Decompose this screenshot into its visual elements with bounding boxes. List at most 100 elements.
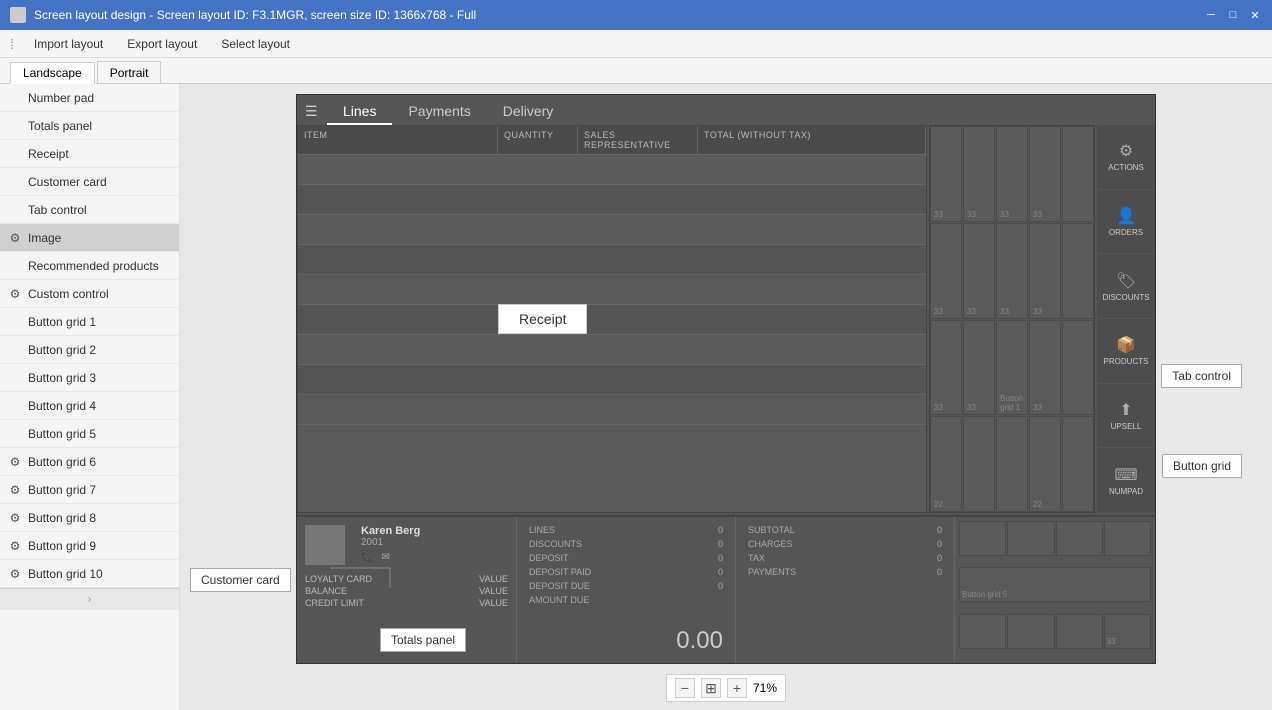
receipt-label: Receipt — [498, 304, 587, 334]
zoom-grid-button[interactable]: ⊞ — [701, 678, 721, 698]
menu-import-layout[interactable]: Import layout — [30, 35, 107, 53]
bottom-btn-cell[interactable] — [1056, 521, 1103, 556]
btn-cell[interactable] — [1062, 320, 1094, 416]
callout-tab-control: Tab control — [1161, 364, 1242, 388]
menu-export-layout[interactable]: Export layout — [123, 35, 201, 53]
sidebar-item-button-grid-1[interactable]: ⚙ Button grid 1 — [0, 308, 179, 336]
btn-cell[interactable]: 33 — [996, 126, 1028, 222]
btn-cell[interactable]: Button grid 1 — [996, 320, 1028, 416]
sidebar-item-totals-panel[interactable]: ⚙ Totals panel — [0, 112, 179, 140]
btn-cell[interactable]: 33 — [963, 223, 995, 319]
sidebar-item-button-grid-3[interactable]: ⚙ Button grid 3 — [0, 364, 179, 392]
btn-cell[interactable]: 33 — [930, 223, 962, 319]
receipt-rows — [298, 155, 926, 512]
sidebar-item-button-grid-10[interactable]: ⚙ Button grid 10 — [0, 560, 179, 588]
minimize-button[interactable]: ─ — [1204, 8, 1218, 22]
totals-panel-left: LINES 0 DISCOUNTS 0 DEPOSIT 0 DEPOSIT PA… — [517, 517, 736, 663]
sidebar-item-tab-control[interactable]: ⚙ Tab control — [0, 196, 179, 224]
col-total: TOTAL (WITHOUT TAX) — [698, 126, 926, 154]
button-grid-panel: 33 33 33 33 33 33 33 33 33 33 Button gri… — [929, 125, 1095, 513]
sidebar-item-button-grid-5[interactable]: ⚙ Button grid 5 — [0, 420, 179, 448]
totals-row-discounts: DISCOUNTS 0 — [529, 537, 723, 551]
action-btn-upsell[interactable]: ⬆ UPSELL — [1097, 384, 1155, 449]
subtotal-label: SUBTOTAL — [748, 525, 795, 535]
action-btn-products[interactable]: 📦 PRODUCTS — [1097, 319, 1155, 384]
action-btn-actions[interactable]: ⚙ ACTIONS — [1097, 125, 1155, 190]
sidebar-item-button-grid-6[interactable]: ⚙ Button grid 6 — [0, 448, 179, 476]
sidebar-item-receipt[interactable]: ⚙ Receipt — [0, 140, 179, 168]
preview-tab-payments[interactable]: Payments — [392, 99, 486, 125]
sidebar-item-button-grid-7[interactable]: ⚙ Button grid 7 — [0, 476, 179, 504]
orders-icon: 👤 — [1116, 206, 1136, 226]
bottom-btn-cell[interactable] — [959, 521, 1006, 556]
sidebar-item-button-grid-9[interactable]: ⚙ Button grid 9 — [0, 532, 179, 560]
receipt-row — [298, 275, 926, 305]
titlebar-controls: ─ □ ✕ — [1204, 8, 1262, 22]
btn-cell[interactable] — [1062, 223, 1094, 319]
products-label: PRODUCTS — [1104, 357, 1149, 366]
payments-label: PAYMENTS — [748, 567, 796, 577]
sidebar-item-custom-control[interactable]: ⚙ Custom control — [0, 280, 179, 308]
tax-label: TAX — [748, 553, 765, 563]
sidebar-item-customer-card[interactable]: ⚙ Customer card — [0, 168, 179, 196]
preview-tab-lines[interactable]: Lines — [327, 99, 392, 125]
gear-icon: ⚙ — [8, 455, 22, 469]
callout-customer-card-label: Customer card — [190, 568, 291, 592]
btn-cell[interactable]: 33 — [963, 126, 995, 222]
lines-value: 0 — [718, 525, 723, 535]
bottom-btn-cell[interactable] — [1056, 614, 1103, 649]
sidebar-item-button-grid-2[interactable]: ⚙ Button grid 2 — [0, 336, 179, 364]
bottom-btn-cell-label[interactable]: Button grid 5 — [959, 567, 1151, 602]
bottom-btn-cell[interactable]: 33 — [1104, 614, 1151, 649]
bottom-btn-cell[interactable] — [1007, 614, 1054, 649]
close-button[interactable]: ✕ — [1248, 8, 1262, 22]
btn-cell[interactable]: 22 — [1029, 416, 1061, 512]
zoom-out-button[interactable]: − — [675, 678, 695, 698]
bottom-btn-cell[interactable] — [959, 614, 1006, 649]
action-btn-discounts[interactable]: 🏷 DISCOUNTS — [1097, 254, 1155, 319]
action-btn-numpad[interactable]: ⌨ NUMPAD — [1097, 448, 1155, 513]
payments-value: 0 — [937, 567, 942, 577]
btn-cell[interactable]: 33 — [996, 223, 1028, 319]
sidebar-item-button-grid-8[interactable]: ⚙ Button grid 8 — [0, 504, 179, 532]
btn-cell[interactable] — [1062, 126, 1094, 222]
actions-icon: ⚙ — [1119, 141, 1133, 161]
btn-cell[interactable]: 33 — [1029, 223, 1061, 319]
actions-label: ACTIONS — [1108, 163, 1144, 172]
preview-tab-delivery[interactable]: Delivery — [487, 99, 570, 125]
customer-id: 2001 — [361, 537, 420, 548]
preview-tabs: Lines Payments Delivery — [327, 95, 569, 125]
sidebar-item-number-pad[interactable]: ⚙ Number pad — [0, 84, 179, 112]
discounts-icon: 🏷 — [1116, 271, 1136, 291]
btn-cell[interactable]: 33 — [1029, 320, 1061, 416]
btn-cell[interactable]: 33 — [930, 320, 962, 416]
credit-limit-value: Value — [479, 598, 508, 608]
btn-cell[interactable] — [1062, 416, 1094, 512]
menu-select-layout[interactable]: Select layout — [217, 35, 294, 53]
action-btn-orders[interactable]: 👤 ORDERS — [1097, 190, 1155, 255]
lines-label: LINES — [529, 525, 555, 535]
sidebar-item-image[interactable]: ⚙ Image — [0, 224, 179, 252]
btn-cell[interactable]: 33 — [1029, 126, 1061, 222]
btn-cell[interactable] — [996, 416, 1028, 512]
sidebar-resize-handle[interactable]: › — [0, 588, 179, 610]
receipt-row — [298, 215, 926, 245]
bottom-btn-cell[interactable] — [1007, 521, 1054, 556]
btn-cell[interactable]: 33 — [963, 320, 995, 416]
tab-portrait[interactable]: Portrait — [97, 61, 162, 83]
btn-cell[interactable] — [963, 416, 995, 512]
sidebar-item-recommended-products[interactable]: ⚙ Recommended products — [0, 252, 179, 280]
gear-icon: ⚙ — [8, 539, 22, 553]
btn-cell[interactable]: 22 — [930, 416, 962, 512]
zoom-in-button[interactable]: + — [727, 678, 747, 698]
receipt-row — [298, 365, 926, 395]
sidebar-item-button-grid-4[interactable]: ⚙ Button grid 4 — [0, 392, 179, 420]
deposit-value: 0 — [718, 553, 723, 563]
bottom-btn-cell[interactable] — [1104, 521, 1151, 556]
numpad-icon: ⌨ — [1114, 465, 1137, 485]
maximize-button[interactable]: □ — [1226, 8, 1240, 22]
btn-cell[interactable]: 33 — [930, 126, 962, 222]
tab-landscape[interactable]: Landscape — [10, 62, 95, 84]
app-icon — [10, 7, 26, 23]
gear-icon: ⚙ — [8, 231, 22, 245]
